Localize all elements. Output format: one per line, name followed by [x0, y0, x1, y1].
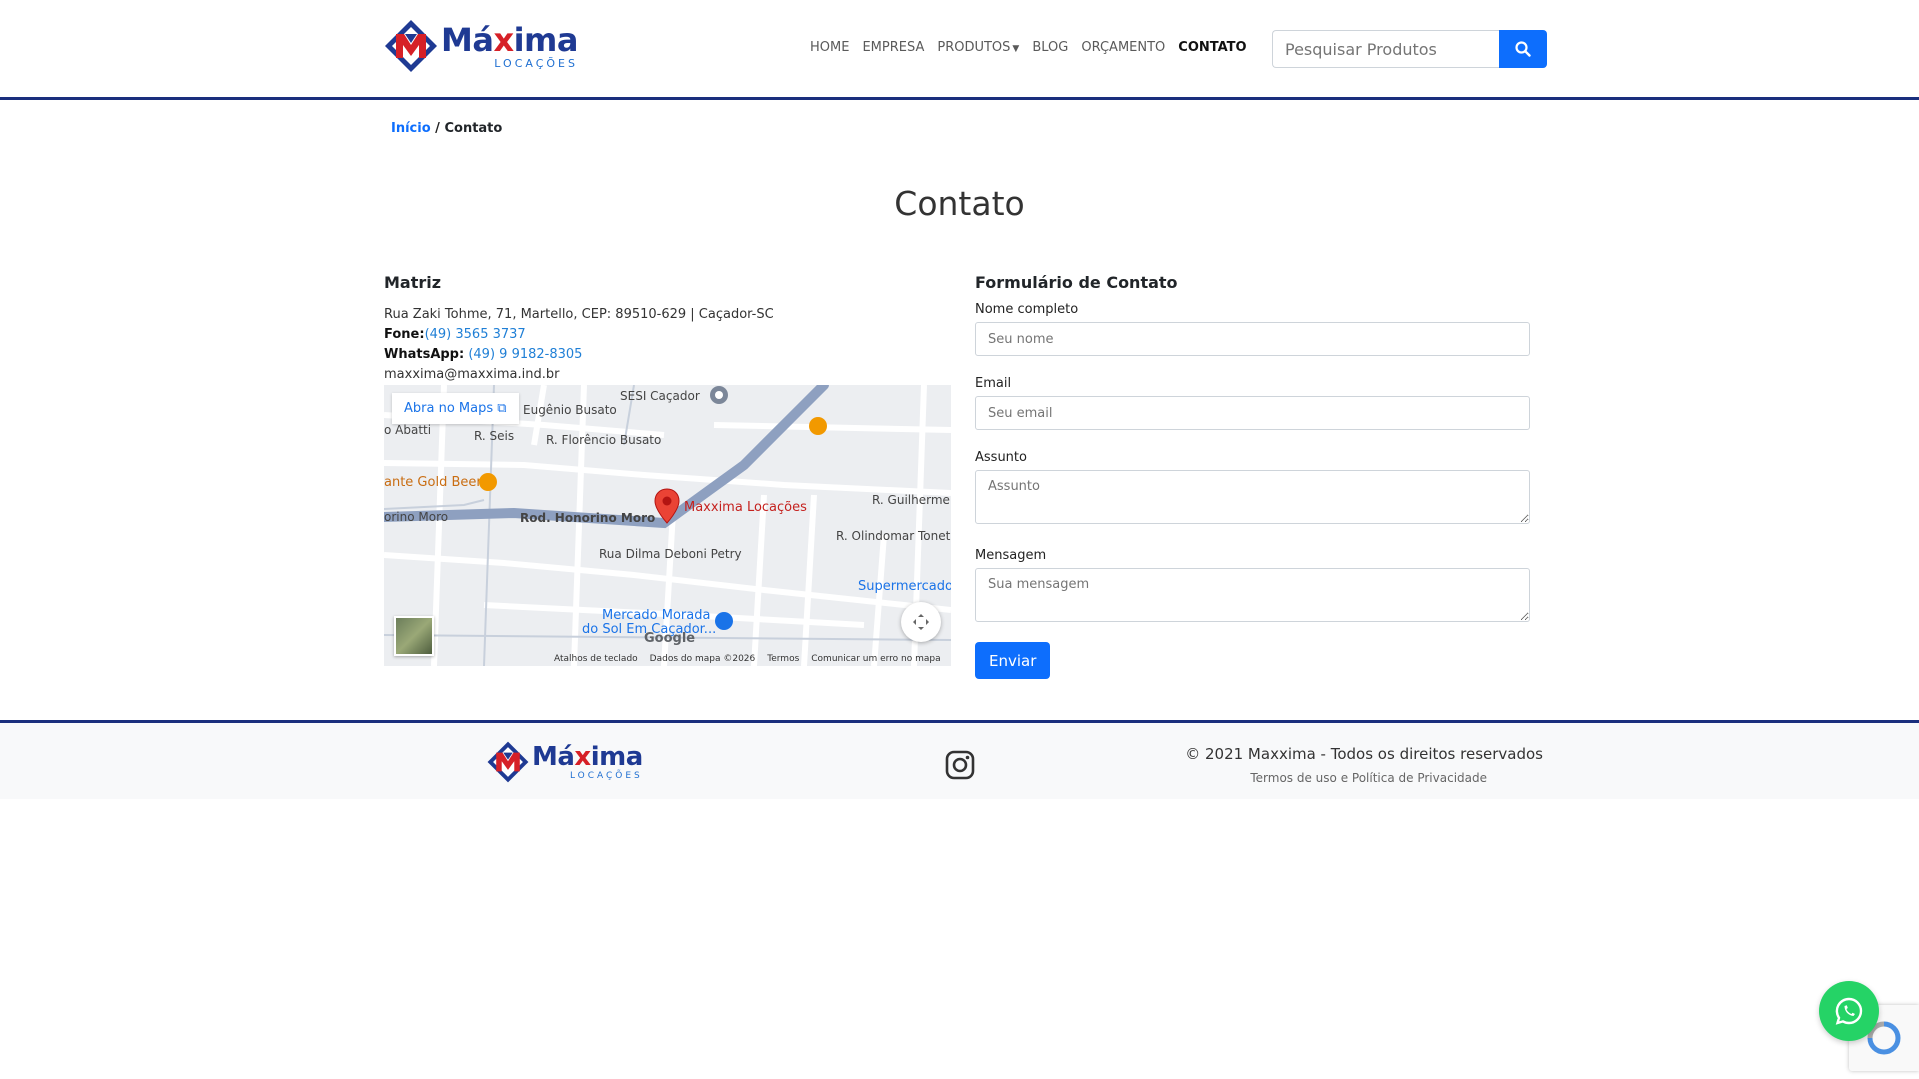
form-field-message: Mensagem — [975, 548, 1530, 626]
footer-and: e — [1336, 771, 1352, 785]
fullscreen-icon — [913, 614, 929, 630]
location-marker-icon — [710, 386, 728, 404]
page-title: Contato — [894, 184, 1025, 223]
form-field-subject: Assunto — [975, 450, 1530, 528]
nav-orcamento[interactable]: ORÇAMENTO — [1081, 40, 1165, 55]
phone-label: Fone: — [384, 327, 425, 342]
map-label: Supermercado — [858, 579, 951, 594]
subject-textarea[interactable] — [975, 470, 1530, 524]
matriz-phone: Fone:(49) 3565 3737 — [384, 325, 952, 345]
map-label: SESI Caçador — [620, 389, 700, 403]
message-label: Mensagem — [975, 548, 1047, 563]
whatsapp-link[interactable]: (49) 9 9182-8305 — [468, 347, 582, 362]
map-footer-item: Dados do mapa ©2026 — [649, 654, 756, 664]
external-link-icon: ⧉ — [497, 401, 507, 416]
nav-home[interactable]: HOME — [810, 40, 849, 55]
restaurant-marker-icon — [479, 473, 497, 491]
phone-link[interactable]: (49) 3565 3737 — [425, 327, 526, 342]
map-footer: Atalhos de teclado Dados do mapa ©2026 T… — [554, 654, 941, 664]
logo-title-part: ima — [513, 20, 579, 59]
form-title: Formulário de Contato — [975, 273, 1178, 292]
logo-title-part: Má — [441, 20, 494, 59]
logo-mark-icon — [487, 741, 529, 783]
site-header: Máxima LOCAÇÕES HOME EMPRESA PRODUTOS ▼ B… — [0, 0, 1919, 100]
email-label: Email — [975, 376, 1012, 391]
breadcrumb-separator: / — [430, 121, 445, 136]
form-field-email: Email — [975, 376, 1530, 430]
instagram-icon — [945, 750, 975, 780]
nav-produtos-label: PRODUTOS — [937, 40, 1011, 55]
logo-title-x: x — [493, 20, 514, 59]
caret-down-icon: ▼ — [1012, 44, 1020, 54]
site-logo[interactable]: Máxima LOCAÇÕES — [383, 18, 578, 74]
map-label: orino Moro — [384, 510, 449, 524]
message-textarea[interactable] — [975, 568, 1530, 622]
name-input[interactable] — [975, 322, 1530, 356]
fullscreen-button[interactable] — [901, 602, 941, 642]
matriz-info: Matriz Rua Zaki Tohme, 71, Martello, CEP… — [384, 273, 952, 385]
logo-subtitle: LOCAÇÕES — [494, 56, 578, 70]
privacy-link[interactable]: Política de Privacidade — [1352, 771, 1487, 785]
logo-title-part: ima — [590, 741, 644, 772]
map-label: Rua Dilma Deboni Petry — [599, 547, 742, 561]
footer-logo[interactable]: Máxima LOCAÇÕES — [486, 740, 643, 784]
matriz-address: Rua Zaki Tohme, 71, Martello, CEP: 89510… — [384, 307, 774, 322]
logo-title-x: x — [574, 741, 591, 772]
search-button[interactable] — [1499, 30, 1547, 68]
map-label: ante Gold Beer — [384, 475, 482, 490]
map-label: R. Florêncio Busato — [546, 433, 662, 447]
map-place-label: Maxxima Locações — [684, 500, 807, 515]
map-label: Eugênio Busato — [523, 403, 617, 417]
satellite-toggle[interactable] — [394, 616, 434, 656]
search-bar — [1272, 30, 1547, 68]
map-footer-item[interactable]: Comunicar um erro no mapa — [811, 654, 940, 664]
logo-title-part: Má — [532, 741, 575, 772]
map-label: R. Guilherme — [872, 493, 950, 507]
form-field-name: Nome completo — [975, 302, 1530, 356]
map-label: Mercado Morada — [602, 608, 711, 623]
name-label: Nome completo — [975, 302, 1079, 317]
logo-subtitle: LOCAÇÕES — [569, 770, 643, 781]
matriz-email: maxxima@maxxima.ind.br — [384, 367, 560, 382]
nav-contato[interactable]: CONTATO — [1178, 40, 1246, 55]
map-label: Rod. Honorino Moro — [520, 511, 656, 525]
breadcrumb: Início / Contato — [391, 121, 502, 136]
copyright: © 2021 Maxxima - Todos os direitos reser… — [1185, 745, 1543, 763]
instagram-link[interactable] — [945, 750, 975, 780]
shopping-marker-icon — [715, 612, 733, 630]
restaurant-marker-icon — [809, 417, 827, 435]
nav-empresa[interactable]: EMPRESA — [862, 40, 924, 55]
map-label: R. Seis — [474, 429, 515, 443]
map-pin-icon — [654, 488, 680, 524]
nav-produtos[interactable]: PRODUTOS ▼ — [937, 40, 1019, 55]
search-input[interactable] — [1272, 30, 1499, 68]
submit-button[interactable]: Enviar — [975, 642, 1051, 679]
whatsapp-icon — [1835, 997, 1863, 1025]
main-nav: HOME EMPRESA PRODUTOS ▼ BLOG ORÇAMENTO CO… — [810, 40, 1247, 55]
breadcrumb-current: Contato — [444, 121, 503, 136]
site-footer: Máxima LOCAÇÕES © 2021 Maxxima - Todos o… — [0, 720, 1919, 799]
matriz-whatsapp: WhatsApp: (49) 9 9182-8305 — [384, 345, 952, 365]
whatsapp-label: WhatsApp: — [384, 347, 465, 362]
google-logo: Google — [644, 631, 696, 646]
map-label: o Abatti — [384, 423, 432, 437]
google-map[interactable]: Abra no Maps ⧉ SESI Caçador Eugênio Busa… — [384, 385, 951, 666]
map-footer-item[interactable]: Atalhos de teclado — [554, 654, 638, 664]
open-in-maps-link[interactable]: Abra no Maps ⧉ — [392, 393, 519, 424]
nav-blog[interactable]: BLOG — [1032, 40, 1068, 55]
map-footer-item[interactable]: Termos — [767, 654, 799, 664]
terms-link[interactable]: Termos de uso — [1250, 771, 1337, 785]
breadcrumb-home-link[interactable]: Início — [391, 121, 431, 136]
footer-links: Termos de uso e Política de Privacidade — [1100, 771, 1487, 785]
open-in-maps-label: Abra no Maps — [404, 401, 494, 416]
contact-form: Formulário de Contato Nome completo Emai… — [975, 273, 1530, 679]
matriz-title: Matriz — [384, 273, 442, 292]
subject-label: Assunto — [975, 450, 1027, 465]
whatsapp-float-button[interactable] — [1819, 981, 1879, 1041]
email-input[interactable] — [975, 396, 1530, 430]
logo-mark-icon — [385, 20, 437, 72]
search-icon — [1515, 41, 1531, 57]
map-label: R. Olindomar Tonet — [836, 529, 951, 543]
